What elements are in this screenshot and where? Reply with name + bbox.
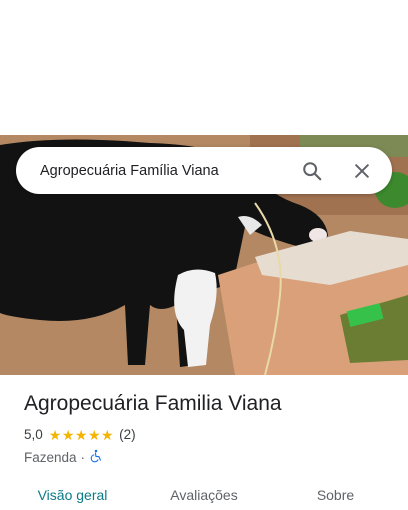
separator-dot: · xyxy=(80,450,86,465)
rating-stars: ★ ★ ★ ★ ★ xyxy=(49,428,114,442)
place-title: Agropecuária Familia Viana xyxy=(24,392,282,415)
search-input[interactable]: Agropecuária Família Viana xyxy=(40,163,294,179)
tab-reviews[interactable]: Avaliações xyxy=(145,480,263,510)
star-icon: ★ xyxy=(87,426,101,443)
search-bar[interactable]: Agropecuária Família Viana xyxy=(16,147,392,194)
category-row: Fazenda · xyxy=(24,449,103,466)
tab-about[interactable]: Sobre xyxy=(263,480,408,510)
review-count[interactable]: (2) xyxy=(119,427,136,442)
rating-row[interactable]: 5,0 ★ ★ ★ ★ ★ (2) xyxy=(24,427,136,442)
star-icon: ★ xyxy=(48,426,62,443)
place-category: Fazenda xyxy=(24,450,77,465)
star-icon: ★ xyxy=(74,426,88,443)
place-panel: Agropecuária Família Viana Agropecuária … xyxy=(0,0,408,510)
tab-overview[interactable]: Visão geral xyxy=(0,480,145,510)
star-icon: ★ xyxy=(61,426,75,443)
wheelchair-icon xyxy=(89,449,103,466)
rating-value: 5,0 xyxy=(24,427,43,442)
star-icon: ★ xyxy=(101,426,114,443)
close-icon[interactable] xyxy=(344,153,380,189)
place-tabs: Visão geral Avaliações Sobre xyxy=(0,480,408,510)
search-icon[interactable] xyxy=(294,153,330,189)
